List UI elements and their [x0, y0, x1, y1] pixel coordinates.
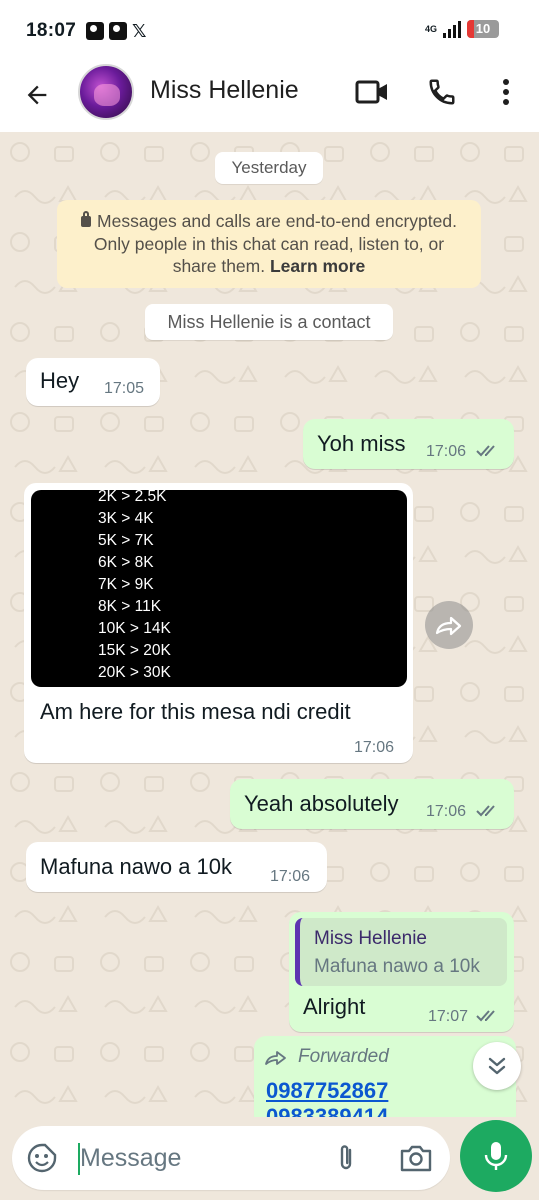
message-bubble-outgoing[interactable]: Yeah absolutely 17:06 — [230, 779, 514, 829]
encryption-notice[interactable]: Messages and calls are end-to-end encryp… — [57, 200, 481, 288]
quoted-sender: Miss Hellenie — [314, 928, 427, 949]
message-text: Mafuna nawo a 10k — [40, 854, 233, 879]
phone-number-link[interactable]: 0983389414 — [266, 1104, 388, 1117]
image-text-line: 7K > 9K — [98, 576, 154, 593]
image-text-line: 10K > 14K — [98, 620, 171, 637]
status-time: 18:07 — [26, 20, 77, 41]
battery-level: 10 — [475, 21, 491, 36]
more-options-button[interactable] — [486, 72, 526, 112]
voice-message-button[interactable] — [460, 1120, 532, 1192]
mic-icon — [484, 1142, 508, 1170]
message-time: 17:06 — [426, 803, 467, 820]
emoji-sticker-icon[interactable] — [26, 1142, 58, 1174]
quoted-text: Mafuna nawo a 10k — [314, 956, 480, 977]
forwarded-label: Forwarded — [298, 1046, 389, 1067]
message-text: Hey — [40, 368, 80, 393]
message-input-container[interactable] — [12, 1126, 450, 1190]
read-ticks-icon — [476, 1010, 495, 1022]
phone-icon — [429, 79, 455, 105]
message-bubble-incoming[interactable]: Mafuna nawo a 10k 17:06 — [26, 842, 327, 892]
scroll-to-bottom-button[interactable] — [473, 1042, 521, 1090]
phone-number-link[interactable]: 0987752867 — [266, 1078, 388, 1104]
image-text-line: 6K > 8K — [98, 554, 154, 571]
status-right-icons: 4G 10 — [425, 20, 499, 38]
read-ticks-icon — [476, 805, 495, 817]
status-bar: 18:07 𝕏 4G 10 — [0, 0, 539, 60]
message-bubble-outgoing-reply[interactable]: Miss Hellenie Mafuna nawo a 10k Alright … — [289, 912, 514, 1032]
composer-bar — [0, 1117, 539, 1200]
forward-icon — [435, 616, 462, 636]
back-arrow-icon — [27, 85, 47, 105]
back-button[interactable] — [18, 76, 56, 114]
image-text-line: 3K > 4K — [98, 510, 154, 527]
forwarded-icon — [265, 1051, 286, 1065]
message-input[interactable] — [80, 1140, 320, 1176]
lock-icon — [81, 211, 92, 227]
double-chevron-down-icon — [488, 1057, 506, 1075]
read-ticks-icon — [476, 445, 495, 457]
voice-call-button[interactable] — [422, 72, 462, 112]
quoted-message[interactable]: Miss Hellenie Mafuna nawo a 10k — [295, 918, 507, 986]
date-separator: Yesterday — [215, 152, 323, 184]
message-time: 17:06 — [426, 443, 467, 460]
camera-icon[interactable] — [398, 1142, 434, 1174]
x-logo-icon: 𝕏 — [132, 21, 147, 41]
video-call-button[interactable] — [352, 72, 392, 112]
image-text-line: 15K > 20K — [98, 642, 171, 659]
chat-header: Miss Hellenie — [0, 60, 539, 132]
message-time: 17:07 — [428, 1008, 469, 1025]
shared-image[interactable]: 2K > 2.5K 3K > 4K 5K > 7K 6K > 8K 7K > 9… — [31, 490, 407, 687]
contact-card-icon — [109, 22, 127, 40]
chat-area[interactable]: Yesterday Messages and calls are end-to-… — [0, 132, 539, 1117]
status-notification-icons: 𝕏 — [86, 22, 147, 40]
network-type: 4G — [424, 23, 437, 34]
battery-icon: 10 — [467, 20, 499, 38]
message-text: Am here for this mesa ndi credit — [40, 699, 351, 724]
learn-more-link[interactable]: Learn more — [270, 256, 365, 276]
contact-notice: Miss Hellenie is a contact — [145, 304, 393, 340]
message-text: Yoh miss — [317, 431, 406, 456]
more-vert-icon — [503, 79, 509, 105]
message-time: 17:06 — [270, 868, 311, 885]
contact-card-icon — [86, 22, 104, 40]
signal-icon — [443, 20, 461, 38]
message-text: Alright — [303, 994, 366, 1019]
message-bubble-incoming[interactable]: Hey 17:05 — [26, 358, 160, 406]
message-text: Yeah absolutely — [244, 791, 399, 816]
message-time: 17:06 — [354, 739, 395, 756]
image-text-line: 2K > 2.5K — [98, 490, 167, 505]
image-text-line: 8K > 11K — [98, 598, 162, 615]
message-bubble-incoming-image[interactable]: 2K > 2.5K 3K > 4K 5K > 7K 6K > 8K 7K > 9… — [24, 483, 413, 763]
contact-avatar[interactable] — [78, 64, 134, 120]
image-text-line: 5K > 7K — [98, 532, 154, 549]
message-bubble-outgoing[interactable]: Yoh miss 17:06 — [303, 419, 514, 469]
image-text-line: 20K > 30K — [98, 664, 171, 681]
message-time: 17:05 — [104, 380, 145, 397]
attach-icon[interactable] — [330, 1142, 362, 1174]
forward-button[interactable] — [425, 601, 473, 649]
contact-name[interactable]: Miss Hellenie — [150, 76, 299, 105]
video-call-icon — [355, 80, 387, 104]
